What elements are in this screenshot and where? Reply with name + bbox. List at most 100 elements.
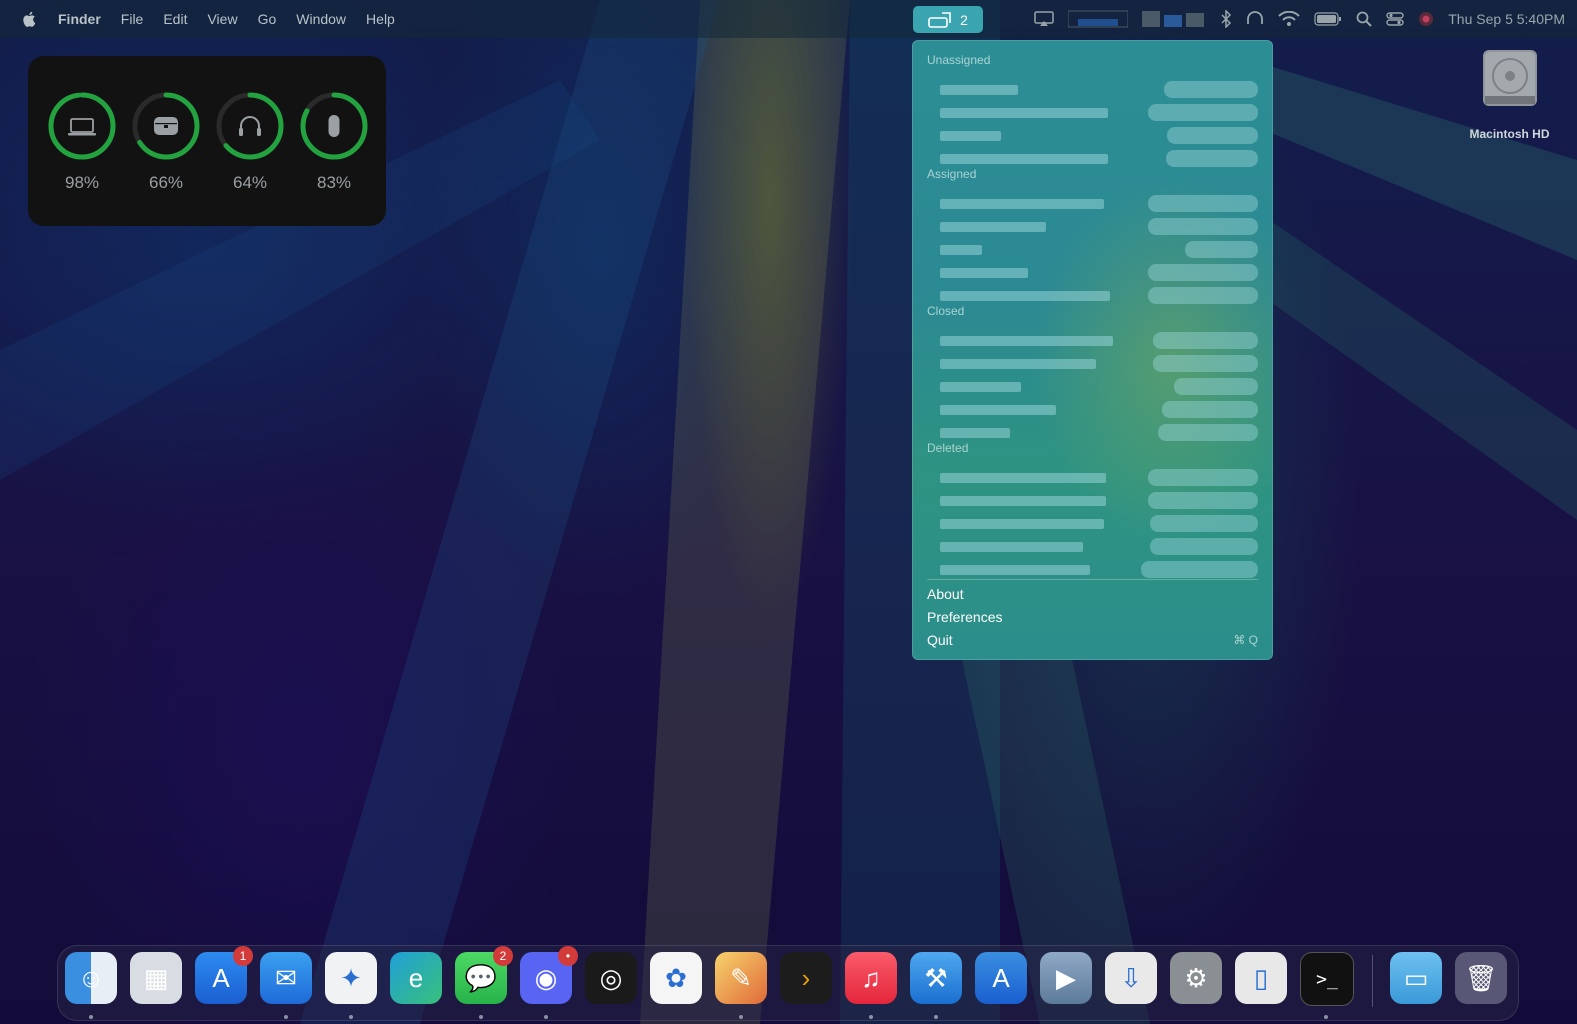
battery-percent: 83% bbox=[316, 173, 352, 192]
issue-meta-placeholder bbox=[1158, 424, 1258, 441]
wifi-icon[interactable] bbox=[1278, 11, 1300, 27]
dock-discord-icon[interactable]: ◉ • bbox=[520, 946, 578, 1004]
issue-title-placeholder bbox=[940, 199, 1104, 209]
dock-simulator-icon[interactable]: ▯ bbox=[1235, 952, 1287, 1004]
issue-row[interactable] bbox=[940, 355, 1258, 372]
battery-percent: 66% bbox=[148, 173, 184, 192]
battery-ring bbox=[216, 92, 284, 160]
issue-meta-placeholder bbox=[1150, 538, 1258, 555]
running-indicator bbox=[1324, 1015, 1328, 1019]
issue-row[interactable] bbox=[940, 515, 1258, 532]
issue-title-placeholder bbox=[940, 519, 1104, 529]
issue-row[interactable] bbox=[940, 127, 1258, 144]
menu-finder[interactable]: Finder bbox=[58, 11, 101, 27]
dock-divider bbox=[1372, 955, 1373, 1007]
dock-photos-icon[interactable]: ✿ bbox=[650, 952, 702, 1004]
dock-pixelmator-icon[interactable]: ✎ bbox=[715, 952, 767, 1004]
headphones-icon bbox=[239, 116, 261, 136]
issue-row[interactable] bbox=[940, 264, 1258, 281]
airpods-case-icon bbox=[154, 117, 178, 135]
dock-edge-dev-icon[interactable]: e bbox=[390, 952, 442, 1004]
cpu-graph-icon[interactable] bbox=[1068, 9, 1129, 29]
issue-title-placeholder bbox=[940, 222, 1046, 232]
menu-go[interactable]: Go bbox=[258, 11, 277, 27]
menu-file[interactable]: File bbox=[121, 11, 144, 27]
dock-mail-icon[interactable]: ✉ bbox=[260, 952, 312, 1004]
quit-menu-item[interactable]: Quit bbox=[927, 632, 953, 648]
status-area: Thu Sep 5 5:40PM bbox=[1020, 0, 1577, 38]
transmit-glyph: ⇩ bbox=[1120, 962, 1142, 993]
menu-window[interactable]: Window bbox=[296, 11, 346, 27]
issue-row[interactable] bbox=[940, 561, 1258, 578]
menu-clock[interactable]: Thu Sep 5 5:40PM bbox=[1448, 11, 1565, 27]
battery-widget: 98% 66% 64% 83% bbox=[28, 56, 386, 226]
dock-launchpad-icon[interactable]: ▦ bbox=[130, 952, 182, 1004]
menu-edit[interactable]: Edit bbox=[163, 11, 187, 27]
issue-row[interactable] bbox=[940, 150, 1258, 167]
preferences-menu-item[interactable]: Preferences bbox=[927, 609, 1002, 625]
apple-icon[interactable] bbox=[20, 10, 40, 28]
issue-title-placeholder bbox=[940, 473, 1106, 483]
issue-meta-placeholder bbox=[1148, 287, 1258, 304]
dock-script-editor-icon[interactable]: ▶ bbox=[1040, 952, 1092, 1004]
issue-row[interactable] bbox=[940, 332, 1258, 349]
dock-messages-icon[interactable]: 💬 2 bbox=[455, 946, 513, 1004]
dock-plex-icon[interactable]: › bbox=[780, 952, 832, 1004]
dock-music-icon[interactable]: ♫ bbox=[845, 952, 897, 1004]
issue-row[interactable] bbox=[940, 104, 1258, 121]
section-header-unassigned: Unassigned bbox=[927, 53, 991, 67]
airplay-icon[interactable] bbox=[1034, 11, 1054, 27]
issue-row[interactable] bbox=[940, 81, 1258, 98]
issue-row[interactable] bbox=[940, 241, 1258, 258]
issue-row[interactable] bbox=[940, 401, 1258, 418]
memory-graph-icon[interactable] bbox=[1142, 9, 1206, 29]
battery-ring bbox=[48, 92, 116, 160]
dock-app-store-icon[interactable]: A1 bbox=[195, 946, 253, 1004]
menu-separator bbox=[927, 579, 1258, 580]
siri-icon[interactable] bbox=[1418, 11, 1434, 27]
section-header-deleted: Deleted bbox=[927, 441, 969, 455]
dock-xcode-beta-icon[interactable]: ⚒ bbox=[910, 952, 962, 1004]
dock-finder-icon[interactable]: ☺ bbox=[65, 952, 117, 1004]
about-menu-item[interactable]: About bbox=[927, 586, 964, 602]
issues-status-item[interactable]: 2 bbox=[913, 6, 983, 33]
issue-title-placeholder bbox=[940, 382, 1021, 392]
dock-terminal-icon[interactable]: >_ bbox=[1300, 952, 1354, 1006]
issue-row[interactable] bbox=[940, 469, 1258, 486]
issue-row[interactable] bbox=[940, 492, 1258, 509]
macintosh-hd-icon[interactable]: Macintosh HD bbox=[1452, 48, 1567, 141]
dock-instruments-beta-icon[interactable]: A bbox=[975, 952, 1027, 1004]
dock-safari-icon[interactable]: ✦ bbox=[325, 952, 377, 1004]
issue-meta-placeholder bbox=[1148, 195, 1258, 212]
dock-system-settings-icon[interactable]: ⚙ bbox=[1170, 952, 1222, 1004]
battery-device-1: 66% bbox=[131, 91, 201, 193]
battery-status-icon[interactable] bbox=[1314, 12, 1342, 26]
headphones-status-icon[interactable] bbox=[1246, 10, 1264, 28]
issue-row[interactable] bbox=[940, 287, 1258, 304]
dock-logic-icon[interactable]: ◎ bbox=[585, 952, 637, 1004]
issue-row[interactable] bbox=[940, 218, 1258, 235]
menu-help[interactable]: Help bbox=[366, 11, 395, 27]
issue-row[interactable] bbox=[940, 378, 1258, 395]
laptop-icon bbox=[68, 118, 96, 136]
issue-title-placeholder bbox=[940, 245, 982, 255]
control-center-icon[interactable] bbox=[1386, 11, 1404, 27]
terminal-glyph: >_ bbox=[1316, 968, 1338, 990]
dock-transmit-icon[interactable]: ⇩ bbox=[1105, 952, 1157, 1004]
system-settings-glyph: ⚙ bbox=[1184, 962, 1208, 993]
dock-trash-icon[interactable]: 🗑 bbox=[1455, 952, 1507, 1004]
issue-title-placeholder bbox=[940, 565, 1090, 575]
menu-view[interactable]: View bbox=[207, 11, 237, 27]
mail-glyph: ✉ bbox=[275, 962, 297, 993]
pixelmator-glyph: ✎ bbox=[730, 962, 752, 993]
instruments-beta-glyph: A bbox=[992, 962, 1010, 993]
search-icon[interactable] bbox=[1356, 11, 1372, 27]
issue-row[interactable] bbox=[940, 424, 1258, 441]
issue-row[interactable] bbox=[940, 195, 1258, 212]
dock-downloads-folder-icon[interactable]: ▭ bbox=[1390, 952, 1442, 1004]
running-indicator bbox=[284, 1015, 288, 1019]
hard-drive-icon bbox=[1482, 50, 1537, 106]
notification-badge: 1 bbox=[233, 946, 253, 966]
bluetooth-icon[interactable] bbox=[1220, 10, 1232, 28]
issue-row[interactable] bbox=[940, 538, 1258, 555]
